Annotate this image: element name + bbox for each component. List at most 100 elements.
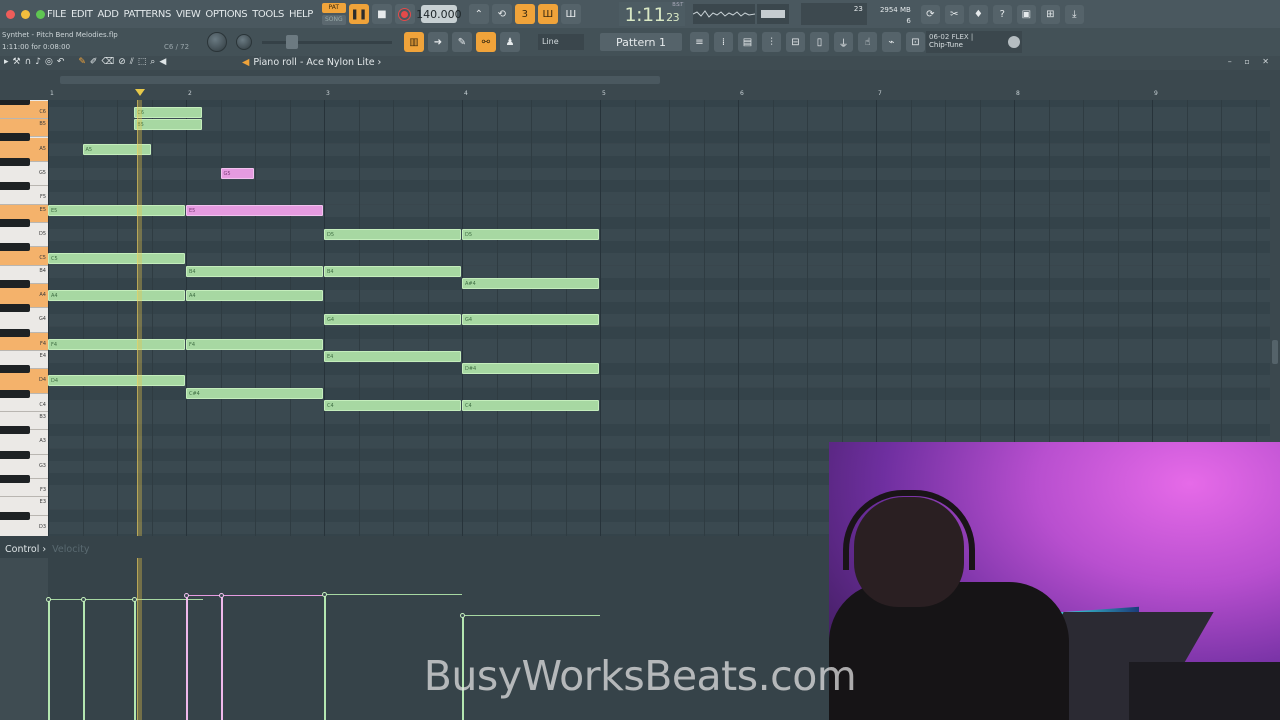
velocity-handle[interactable] bbox=[322, 591, 327, 597]
master-volume-knob[interactable] bbox=[236, 34, 252, 50]
link-tool-button[interactable]: ⚯ bbox=[476, 32, 496, 52]
magnet-icon[interactable]: ∩ bbox=[25, 57, 32, 67]
note-c4[interactable]: C4 bbox=[324, 399, 461, 411]
close-window-button[interactable] bbox=[6, 9, 15, 19]
piano-black-key[interactable] bbox=[0, 279, 30, 288]
note-asharp4[interactable]: A#4 bbox=[462, 277, 599, 289]
velocity-handle[interactable] bbox=[184, 593, 189, 599]
song-position-display[interactable]: 1:11 23 B:S:T bbox=[618, 2, 685, 26]
note-a4[interactable]: A4 bbox=[48, 290, 185, 301]
wait-input-button[interactable]: ⟲ bbox=[491, 4, 512, 24]
velocity-bar[interactable] bbox=[186, 595, 188, 720]
piano-roll-window-controls[interactable]: – ▫ ✕ bbox=[1228, 57, 1274, 66]
menu-add[interactable]: ADD bbox=[96, 9, 119, 20]
pattern-selector[interactable]: Pattern 1 bbox=[600, 33, 682, 51]
file-button[interactable]: ▯ bbox=[810, 32, 829, 52]
velocity-handle[interactable] bbox=[46, 596, 51, 602]
save-button[interactable]: ▣ bbox=[1016, 4, 1036, 24]
note-d5[interactable]: D5 bbox=[324, 229, 461, 240]
bar-number-7[interactable]: 7 bbox=[878, 90, 882, 97]
note-b5[interactable]: B5 bbox=[134, 119, 203, 131]
blend-record-button[interactable]: Ш bbox=[560, 4, 581, 24]
piano-black-key[interactable] bbox=[0, 426, 30, 435]
master-slider-handle[interactable] bbox=[286, 35, 298, 49]
stamp-tool-button[interactable]: ♟ bbox=[500, 32, 520, 52]
velocity-handle[interactable] bbox=[80, 596, 86, 602]
menu-view[interactable]: VIEW bbox=[175, 9, 201, 20]
control-label[interactable]: Control › Velocity bbox=[5, 544, 89, 555]
note-icon[interactable]: ♪ bbox=[35, 57, 41, 67]
vertical-scroll-thumb[interactable] bbox=[1272, 340, 1278, 364]
stop-button[interactable]: ■ bbox=[371, 4, 392, 24]
note-csharp4[interactable]: C#4 bbox=[186, 387, 323, 399]
master-slider[interactable] bbox=[262, 41, 392, 44]
note-b4[interactable]: B4 bbox=[324, 265, 461, 277]
play-target-icon[interactable]: ◎ bbox=[45, 57, 53, 67]
bar-number-8[interactable]: 8 bbox=[1016, 90, 1020, 97]
channel-rack-button[interactable]: ⁞ bbox=[714, 32, 733, 52]
touch-controller-button[interactable]: ☝ bbox=[858, 32, 877, 52]
piano-roll-button[interactable]: ▤ bbox=[738, 32, 757, 52]
menu-patterns[interactable]: PATTERNS bbox=[123, 9, 172, 20]
select-tool-icon[interactable]: ⬚ bbox=[138, 57, 147, 67]
velocity-bar[interactable] bbox=[82, 598, 85, 720]
next-button[interactable]: ➜ bbox=[428, 32, 448, 52]
help-button[interactable]: ? bbox=[992, 4, 1012, 24]
pat-mode[interactable]: PAT bbox=[321, 3, 346, 13]
velocity-bar[interactable] bbox=[324, 593, 326, 720]
playlist-button[interactable]: ≡ bbox=[690, 32, 709, 52]
piano-black-key[interactable] bbox=[0, 243, 30, 252]
plugin-button[interactable]: ⊞ bbox=[1040, 4, 1060, 24]
delete-tool-icon[interactable]: ⌫ bbox=[101, 57, 114, 67]
note-f4[interactable]: F4 bbox=[186, 338, 323, 350]
bar-number-3[interactable]: 3 bbox=[326, 90, 330, 97]
menu-file[interactable]: FILE bbox=[46, 9, 67, 20]
tempo-display[interactable]: 140.000 bbox=[416, 5, 462, 23]
playhead[interactable] bbox=[137, 100, 143, 536]
note-e5[interactable]: E5 bbox=[186, 204, 323, 216]
playhead-marker[interactable] bbox=[135, 89, 146, 96]
paint-tool-icon[interactable]: ✐ bbox=[90, 57, 98, 67]
piano-keyboard[interactable]: C6 B5 A5 G5 F5 E5 D5 C5 B4 A4 G4 F4 E4 D4 C4 B3 A3 G3 F3 E3… bbox=[0, 100, 48, 536]
piano-black-key[interactable] bbox=[0, 182, 30, 191]
piano-roll-view-button[interactable]: ▥ bbox=[404, 32, 424, 52]
mute-tool-icon[interactable]: ⊘ bbox=[118, 57, 126, 67]
refresh-button[interactable]: ⟳ bbox=[920, 4, 940, 24]
bar-number-5[interactable]: 5 bbox=[602, 90, 606, 97]
menu-tools[interactable]: TOOLS bbox=[251, 9, 285, 20]
velocity-bar[interactable] bbox=[134, 598, 137, 720]
wrench-icon[interactable]: ⚒ bbox=[13, 57, 21, 67]
slice-tool-icon[interactable]: ⫽ bbox=[130, 57, 134, 67]
countdown-button[interactable]: 3 bbox=[514, 4, 535, 24]
note-f4[interactable]: F4 bbox=[48, 338, 185, 350]
note-e5[interactable]: E5 bbox=[48, 204, 185, 216]
slide-tool-button[interactable]: ✎ bbox=[452, 32, 472, 52]
note-g4[interactable]: G4 bbox=[462, 314, 599, 326]
velocity-bar[interactable] bbox=[48, 598, 50, 720]
velocity-handle[interactable] bbox=[460, 612, 465, 618]
menu-edit[interactable]: EDIT bbox=[70, 9, 93, 20]
velocity-bar[interactable] bbox=[220, 595, 223, 720]
piano-black-key[interactable] bbox=[0, 365, 30, 374]
timeline-ruler[interactable]: 1 2 3 4 5 6 7 8 9 bbox=[0, 70, 1280, 100]
bar-number-4[interactable]: 4 bbox=[464, 90, 468, 97]
note-d5[interactable]: D5 bbox=[462, 229, 599, 240]
note-b4[interactable]: B4 bbox=[186, 265, 323, 277]
download-button[interactable]: ⤓ bbox=[1064, 4, 1084, 24]
song-mode[interactable]: SONG bbox=[321, 15, 346, 25]
plugin-picker-button[interactable]: ⏚ bbox=[834, 32, 853, 52]
menu-help[interactable]: HELP bbox=[288, 9, 314, 20]
snap-selector[interactable]: Line bbox=[538, 34, 584, 50]
piano-black-key[interactable] bbox=[0, 389, 30, 398]
mic-button[interactable]: ♦ bbox=[968, 4, 988, 24]
maximize-window-button[interactable] bbox=[36, 9, 45, 19]
horizontal-scrollbar[interactable] bbox=[60, 76, 660, 84]
piano-black-key[interactable] bbox=[0, 218, 30, 227]
piano-black-key[interactable] bbox=[0, 450, 30, 459]
minimize-window-button[interactable] bbox=[21, 9, 30, 19]
piano-black-key[interactable] bbox=[0, 157, 30, 166]
piano-black-key[interactable] bbox=[0, 133, 30, 142]
pause-button[interactable]: ❚❚ bbox=[348, 4, 369, 24]
master-pitch-knob[interactable] bbox=[207, 32, 227, 52]
zoom-tool-icon[interactable]: ⌕ bbox=[150, 57, 155, 67]
